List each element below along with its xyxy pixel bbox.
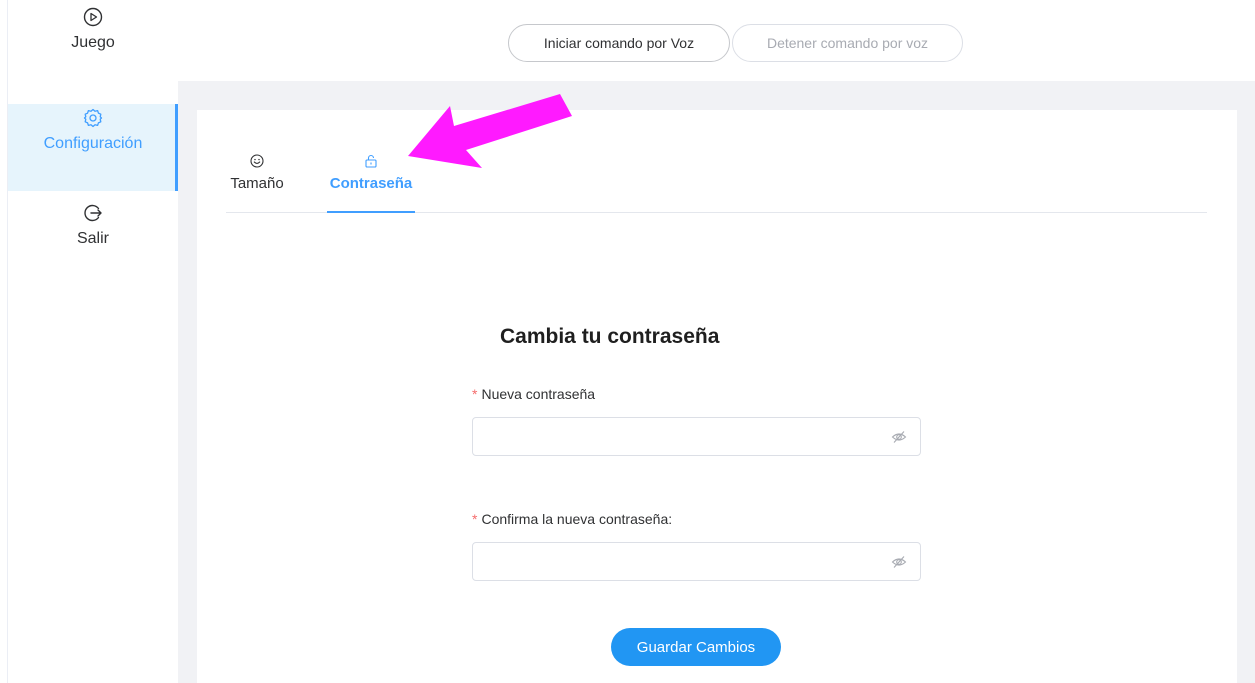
new-password-label-text: Nueva contraseña	[481, 386, 596, 402]
confirm-password-input[interactable]	[472, 542, 921, 581]
annotation-arrow-icon	[408, 94, 572, 168]
unlock-icon	[364, 154, 378, 168]
eye-off-icon[interactable]	[891, 554, 907, 570]
sidebar-item-salir[interactable]: Salir	[8, 203, 178, 263]
sidebar-item-label: Juego	[71, 34, 115, 51]
stop-voice-command-button[interactable]: Detener comando por voz	[732, 24, 963, 62]
required-mark: *	[472, 511, 478, 527]
logout-icon	[83, 203, 103, 223]
sidebar-item-label: Configuración	[43, 135, 143, 152]
eye-off-icon[interactable]	[891, 429, 907, 445]
sidebar-item-label: Salir	[76, 230, 109, 247]
sidebar: Juego Configuración Salir	[7, 0, 178, 683]
settings-tabs: Tamaño Contraseña	[226, 150, 1207, 213]
tab-tamano[interactable]: Tamaño	[226, 150, 288, 192]
top-bar: Iniciar comando por Voz Detener comando …	[178, 0, 1255, 81]
new-password-label: * Nueva contraseña	[472, 386, 595, 402]
play-circle-icon	[83, 7, 103, 27]
smile-icon	[250, 154, 264, 168]
confirm-password-label: * Confirma la nueva contraseña:	[472, 511, 672, 527]
form-title: Cambia tu contraseña	[500, 325, 720, 348]
new-password-input[interactable]	[472, 417, 921, 456]
save-changes-button[interactable]: Guardar Cambios	[611, 628, 781, 666]
confirm-password-label-text: Confirma la nueva contraseña:	[481, 511, 673, 527]
required-mark: *	[472, 386, 478, 402]
tab-label: Tamaño	[230, 175, 284, 192]
gear-icon	[83, 108, 103, 128]
start-voice-command-button[interactable]: Iniciar comando por Voz	[508, 24, 730, 62]
sidebar-item-juego[interactable]: Juego	[8, 7, 178, 73]
sidebar-item-configuracion[interactable]: Configuración	[8, 104, 178, 191]
app-window: Juego Configuración Salir Iniciar comand…	[0, 0, 1255, 683]
